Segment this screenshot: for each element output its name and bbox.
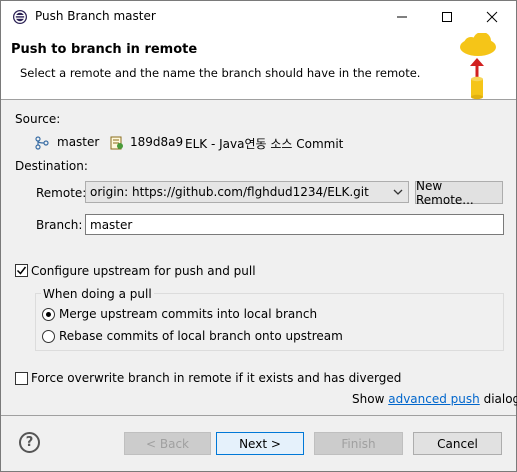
- merge-radio[interactable]: [42, 308, 55, 321]
- chevron-down-icon: [393, 189, 403, 195]
- advanced-prefix: Show: [352, 392, 385, 406]
- close-icon: [486, 11, 497, 23]
- maximize-icon: [441, 12, 452, 22]
- eclipse-icon: [13, 10, 27, 24]
- back-button[interactable]: < Back: [124, 432, 211, 455]
- cloud-push-icon: [460, 33, 496, 100]
- next-button[interactable]: Next >: [216, 432, 304, 455]
- maximize-button[interactable]: [424, 1, 469, 33]
- rebase-radio[interactable]: [42, 330, 55, 343]
- remote-select-value: origin: https://github.com/flghdud1234/E…: [90, 185, 369, 199]
- advanced-push-link[interactable]: advanced push: [388, 392, 480, 406]
- minimize-icon: [396, 16, 407, 18]
- advanced-push-row: Show advanced push dialog: [352, 392, 517, 406]
- merge-label: Merge upstream commits into local branch: [59, 307, 318, 321]
- help-icon[interactable]: ?: [19, 432, 40, 453]
- remote-select[interactable]: origin: https://github.com/flghdud1234/E…: [85, 181, 409, 203]
- page-title: Push to branch in remote: [11, 42, 198, 57]
- configure-upstream-checkbox[interactable]: [15, 264, 28, 277]
- advanced-suffix: dialog: [483, 392, 517, 406]
- configure-upstream-label: Configure upstream for push and pull: [31, 264, 256, 278]
- rebase-label: Rebase commits of local branch onto upst…: [59, 329, 343, 343]
- branch-input[interactable]: [86, 215, 503, 234]
- force-overwrite-label: Force overwrite branch in remote if it e…: [31, 371, 402, 385]
- commit-icon: [110, 136, 123, 150]
- source-commit-message: ELK - Java연동 소스 Commit: [185, 137, 344, 151]
- page-description: Select a remote and the name the branch …: [20, 66, 421, 80]
- wizard-header: Push to branch in remote Select a remote…: [1, 33, 516, 100]
- source-commit-id: 189d8a9: [130, 135, 184, 149]
- branch-icon: [35, 136, 49, 150]
- new-remote-button[interactable]: New Remote...: [415, 179, 503, 207]
- close-button[interactable]: [469, 1, 514, 33]
- source-branch: master: [57, 135, 100, 149]
- destination-label: Destination:: [15, 159, 88, 173]
- minimize-button[interactable]: [379, 1, 424, 33]
- check-icon: [16, 266, 27, 275]
- remote-label: Remote:: [36, 186, 87, 200]
- finish-button[interactable]: Finish: [314, 432, 403, 455]
- push-branch-dialog: Push Branch master Push to branch in rem…: [0, 0, 517, 472]
- footer-separator: [1, 415, 516, 416]
- branch-input-wrapper: [85, 214, 504, 235]
- force-overwrite-checkbox[interactable]: [15, 372, 28, 385]
- cancel-button[interactable]: Cancel: [413, 432, 502, 455]
- title-bar: Push Branch master: [1, 1, 516, 33]
- window-title: Push Branch master: [35, 9, 156, 23]
- branch-label: Branch:: [36, 218, 83, 232]
- source-label: Source:: [15, 112, 61, 126]
- pull-options-title: When doing a pull: [41, 287, 154, 301]
